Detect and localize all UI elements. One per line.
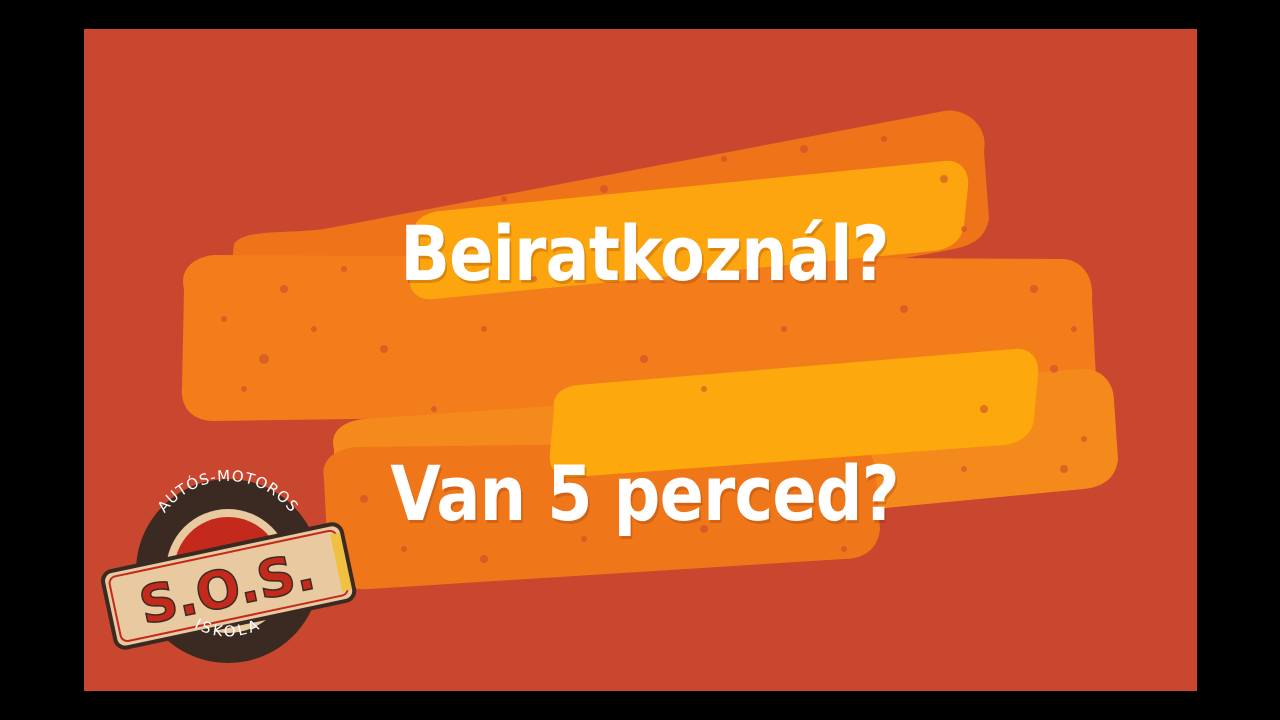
headline-question-1: Beiratkoznál? xyxy=(400,209,889,298)
sos-school-logo: S.O.S. AUTÓS-MOTOROS ISKOLA xyxy=(101,467,357,663)
slide-frame: Beiratkoznál? Van 5 perced? S.O.S. AUTÓS… xyxy=(84,29,1197,691)
